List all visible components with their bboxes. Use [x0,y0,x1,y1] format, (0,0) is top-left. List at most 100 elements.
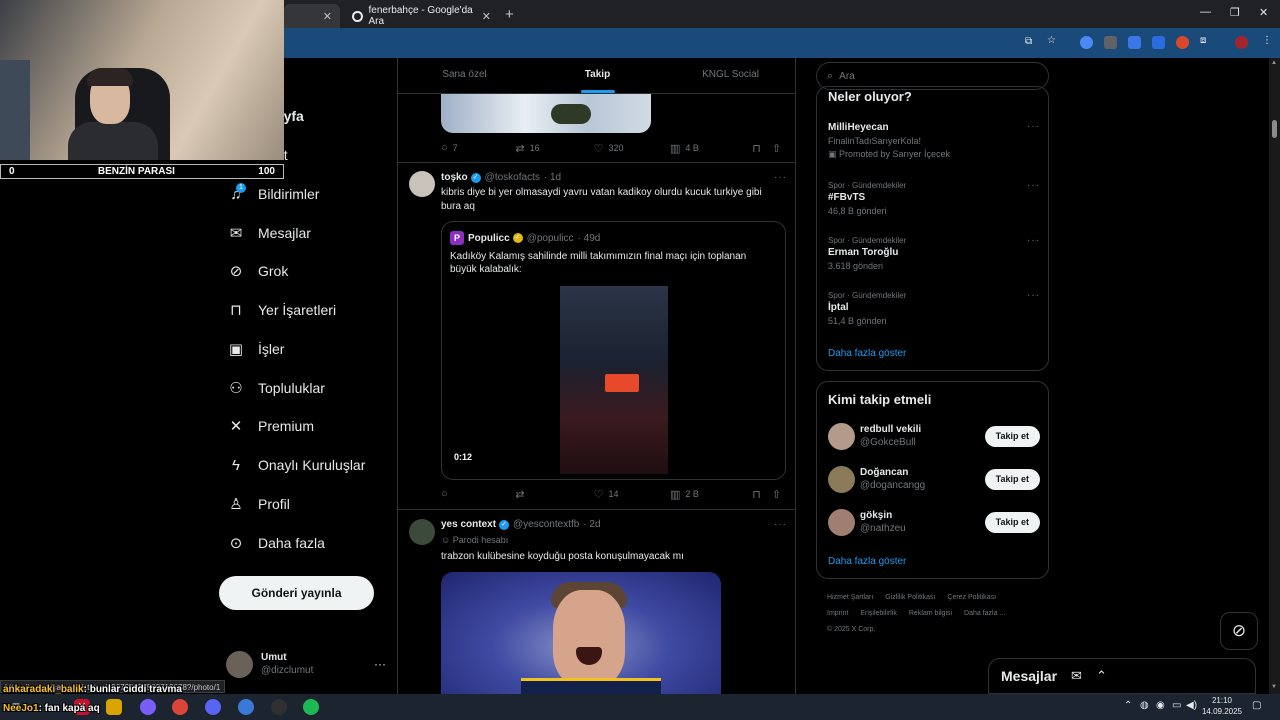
trend-more-icon[interactable]: ··· [1027,290,1040,301]
footer-link[interactable]: Daha fazla ... [964,610,1005,617]
window-close-icon[interactable]: ✕ [1259,6,1268,19]
nav-grok[interactable]: ⊘ Grok [226,257,289,285]
video-player[interactable]: 0:12 [442,280,785,479]
search-input[interactable] [839,70,1020,82]
footer-link[interactable]: Reklam bilgisi [909,610,952,617]
tab-kngl-social[interactable]: KNGL Social [664,58,795,93]
footer-link[interactable]: Hizmet Şartları [827,594,873,601]
tab-for-you[interactable]: Sana özel [398,58,531,93]
browser-menu-icon[interactable]: ⋮ [1262,35,1272,46]
tab-close-icon[interactable]: ✕ [323,10,332,23]
like-button[interactable]: ♡ 14 [594,488,670,501]
views-button[interactable]: ▥ 4 B [670,142,752,155]
scroll-up-icon[interactable]: ▲ [1271,60,1277,66]
nav-premium[interactable]: ✕ Premium [226,412,314,440]
timestamp[interactable]: · 1d [544,172,561,183]
extension-icon[interactable] [1080,36,1093,49]
extension-icon[interactable] [1128,36,1141,49]
display-name[interactable]: toşko [441,172,468,183]
nav-messages[interactable]: ✉ Mesajlar [226,219,311,247]
chrome-icon[interactable] [172,699,188,715]
tray-steam-icon[interactable]: ◉ [1156,700,1165,711]
tweet-media-image[interactable] [441,572,721,694]
tweet-more-icon[interactable]: ··· [774,519,787,530]
obs-icon[interactable] [271,699,287,715]
footer-link[interactable]: Çerez Politikası [947,594,996,601]
tray-app-icon[interactable]: ◍ [1140,700,1149,711]
views-button[interactable]: ▥ 2 B [670,488,752,501]
browser-tab-active[interactable]: ✕ [284,4,340,28]
footer-link[interactable]: Erişilebilirlik [860,610,897,617]
restore-icon[interactable]: ❐ [1230,6,1240,19]
network-icon[interactable]: ▭ [1172,700,1181,711]
bookmark-button[interactable]: ⊓ [752,142,772,155]
expand-up-icon[interactable]: ⌃ [1096,668,1107,684]
nav-jobs[interactable]: ▣ İşler [226,335,285,363]
tab-close-icon[interactable]: ✕ [482,10,491,23]
follow-button[interactable]: Takip et [984,425,1040,447]
install-app-icon[interactable]: ⧉ [1025,36,1032,47]
tweet-media-image[interactable] [441,94,651,133]
reply-button[interactable]: ○ [441,488,515,500]
like-button[interactable]: ♡ 320 [594,142,670,155]
footer-link[interactable]: Imprint [827,610,848,617]
minimize-icon[interactable]: — [1200,6,1211,18]
trend-item[interactable]: MilliHeyecan FinalinTadıSarıyerKola! ▣ P… [828,121,1040,161]
scrollbar[interactable]: ▲ ▼ [1269,58,1280,694]
scroll-down-icon[interactable]: ▼ [1271,684,1277,690]
scrollbar-thumb[interactable] [1272,120,1277,138]
browser-tab-google[interactable]: fenerbahçe - Google'da Ara ✕ [344,4,499,28]
nav-communities[interactable]: ⚇ Topluluklar [226,374,325,402]
trends-show-more-link[interactable]: Daha fazla göster [828,348,906,359]
app-icon[interactable] [140,699,156,715]
share-button[interactable]: ⇧ [772,142,786,155]
handle[interactable]: @yescontextfb [513,519,579,530]
extension-icon[interactable] [1152,36,1165,49]
nav-more[interactable]: ⊙ Daha fazla [226,529,325,557]
extension-icon[interactable] [1176,36,1189,49]
avatar[interactable] [409,519,435,545]
follow-suggestion[interactable]: gökşin @nathzeu Takip et [828,506,1040,538]
reply-button[interactable]: ○ 7 [441,142,515,154]
trend-item[interactable]: Spor · Gündemdekiler İptal 51,4 B gönder… [828,290,1040,328]
trend-item[interactable]: Spor · Gündemdekiler #FBvTS 46,8 B gönde… [828,180,1040,218]
new-message-icon[interactable]: ✉ [1071,668,1082,684]
trend-more-icon[interactable]: ··· [1027,180,1040,191]
trend-item[interactable]: Spor · Gündemdekiler Erman Toroğlu 3.618… [828,235,1040,273]
discord-icon[interactable] [205,699,221,715]
trend-more-icon[interactable]: ··· [1027,121,1040,132]
nav-profile[interactable]: ♙ Profil [226,490,290,518]
chrome-active-icon[interactable] [238,699,254,715]
share-button[interactable]: ⇧ [772,488,786,501]
follow-button[interactable]: Takip et [984,468,1040,490]
follow-suggestion[interactable]: redbull vekili @GokceBull Takip et [828,420,1040,452]
trend-more-icon[interactable]: ··· [1027,235,1040,246]
messages-drawer[interactable]: Mesajlar ✉ ⌃ [988,658,1256,694]
profile-avatar-icon[interactable] [1235,36,1248,49]
follow-show-more-link[interactable]: Daha fazla göster [828,556,906,567]
folder-icon[interactable] [106,699,122,715]
volume-icon[interactable]: ◀) [1186,700,1197,711]
nav-verified-orgs[interactable]: ϟ Onaylı Kuruluşlar [226,451,365,479]
footer-link[interactable]: Gizlilik Politikası [885,594,935,601]
quote-tweet[interactable]: P Populicc ✓ @populicc · 49d Kadıköy Kal… [441,221,786,480]
extension-icon[interactable] [1104,36,1117,49]
nav-bookmarks[interactable]: ⊓ Yer İşaretleri [226,296,336,324]
tray-expand-icon[interactable]: ⌃ [1124,700,1132,711]
follow-suggestion[interactable]: Doğancan @dogancangg Takip et [828,463,1040,495]
display-name[interactable]: yes context [441,519,496,530]
grok-fab-icon[interactable]: ⊘ [1220,612,1258,650]
avatar[interactable] [409,171,435,197]
timestamp[interactable]: · 2d [583,519,600,530]
bookmark-star-icon[interactable]: ☆ [1047,35,1056,46]
more-icon[interactable]: ··· [374,657,386,671]
follow-button[interactable]: Takip et [984,511,1040,533]
repost-button[interactable]: ⇄ [515,488,593,501]
handle[interactable]: @toskofacts [485,172,540,183]
system-clock[interactable]: 21:10 14.09.2025 [1198,695,1246,717]
extensions-puzzle-icon[interactable]: ⧈ [1200,35,1206,46]
notification-center-icon[interactable]: ▢ [1252,700,1261,711]
spotify-icon[interactable] [303,699,319,715]
new-tab-button[interactable]: + [505,6,514,23]
repost-button[interactable]: ⇄ 16 [515,142,593,155]
